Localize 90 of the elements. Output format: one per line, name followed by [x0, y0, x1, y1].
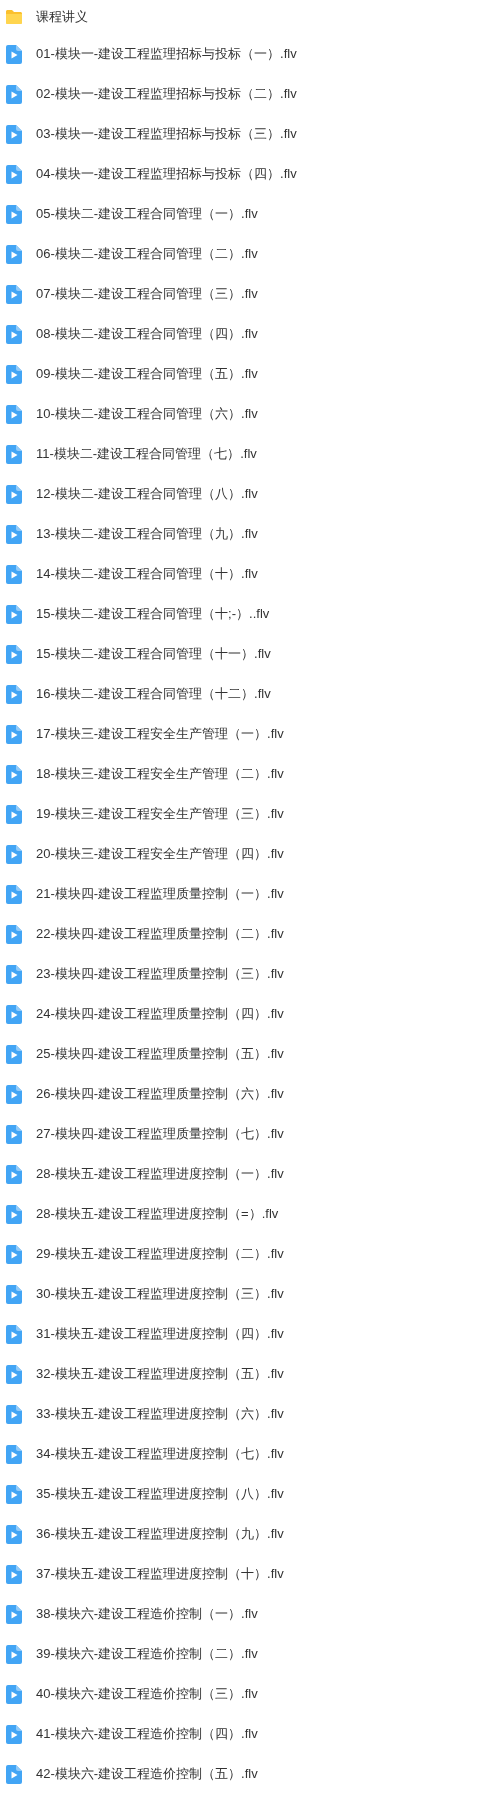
- file-name[interactable]: 18-模块三-建设工程安全生产管理（二）.flv: [36, 764, 284, 784]
- file-name[interactable]: 15-模块二-建设工程合同管理（十一）.flv: [36, 644, 271, 664]
- video-file-icon: [6, 444, 22, 464]
- file-name[interactable]: 12-模块二-建设工程合同管理（八）.flv: [36, 484, 258, 504]
- file-name[interactable]: 11-模块二-建设工程合同管理（七）.flv: [36, 444, 257, 464]
- video-file-icon: [6, 204, 22, 224]
- file-name[interactable]: 13-模块二-建设工程合同管理（九）.flv: [36, 524, 258, 544]
- video-file-icon: [6, 1324, 22, 1344]
- video-file-icon: [6, 1084, 22, 1104]
- video-file-icon: [6, 524, 22, 544]
- video-file-icon: [6, 564, 22, 584]
- file-name[interactable]: 41-模块六-建设工程造价控制（四）.flv: [36, 1724, 258, 1744]
- video-file-icon: [6, 1364, 22, 1384]
- video-file-icon: [6, 1004, 22, 1024]
- file-name[interactable]: 16-模块二-建设工程合同管理（十二）.flv: [36, 684, 271, 704]
- folder-name[interactable]: 课程讲义: [36, 7, 88, 27]
- file-name[interactable]: 39-模块六-建设工程造价控制（二）.flv: [36, 1644, 258, 1664]
- file-name[interactable]: 24-模块四-建设工程监理质量控制（四）.flv: [36, 1004, 284, 1024]
- video-file-icon: [6, 1524, 22, 1544]
- file-name[interactable]: 31-模块五-建设工程监理进度控制（四）.flv: [36, 1324, 284, 1344]
- video-file-icon: [6, 1404, 22, 1424]
- file-name[interactable]: 20-模块三-建设工程安全生产管理（四）.flv: [36, 844, 284, 864]
- video-file-icon: [6, 244, 22, 264]
- file-name[interactable]: 27-模块四-建设工程监理质量控制（七）.flv: [36, 1124, 284, 1144]
- file-name[interactable]: 26-模块四-建设工程监理质量控制（六）.flv: [36, 1084, 284, 1104]
- file-name[interactable]: 36-模块五-建设工程监理进度控制（九）.flv: [36, 1524, 284, 1544]
- video-file-icon: [6, 1164, 22, 1184]
- video-file-icon: [6, 1244, 22, 1264]
- video-file-icon: [6, 324, 22, 344]
- video-file-icon: [6, 1724, 22, 1744]
- video-file-icon: [6, 764, 22, 784]
- file-name[interactable]: 40-模块六-建设工程造价控制（三）.flv: [36, 1684, 258, 1704]
- folder-icon: [5, 9, 23, 25]
- video-file-icon: [6, 1484, 22, 1504]
- video-file-icon: [6, 84, 22, 104]
- file-name[interactable]: 37-模块五-建设工程监理进度控制（十）.flv: [36, 1564, 284, 1584]
- file-name[interactable]: 42-模块六-建设工程造价控制（五）.flv: [36, 1764, 258, 1784]
- file-name[interactable]: 19-模块三-建设工程安全生产管理（三）.flv: [36, 804, 284, 824]
- video-file-icon: [6, 404, 22, 424]
- file-name[interactable]: 28-模块五-建设工程监理进度控制（一）.flv: [36, 1164, 284, 1184]
- video-file-icon: [6, 1444, 22, 1464]
- file-name[interactable]: 09-模块二-建设工程合同管理（五）.flv: [36, 364, 258, 384]
- file-name[interactable]: 02-模块一-建设工程监理招标与投标（二）.flv: [36, 84, 297, 104]
- file-name[interactable]: 03-模块一-建设工程监理招标与投标（三）.flv: [36, 124, 297, 144]
- file-name[interactable]: 10-模块二-建设工程合同管理（六）.flv: [36, 404, 258, 424]
- file-name[interactable]: 06-模块二-建设工程合同管理（二）.flv: [36, 244, 258, 264]
- video-file-icon: [6, 284, 22, 304]
- video-file-icon: [6, 884, 22, 904]
- video-file-icon: [6, 44, 22, 64]
- video-file-icon: [6, 1044, 22, 1064]
- video-file-icon: [6, 1644, 22, 1664]
- file-name[interactable]: 28-模块五-建设工程监理进度控制（=）.flv: [36, 1204, 279, 1224]
- file-name[interactable]: 21-模块四-建设工程监理质量控制（一）.flv: [36, 884, 284, 904]
- file-name[interactable]: 17-模块三-建设工程安全生产管理（一）.flv: [36, 724, 284, 744]
- file-name[interactable]: 32-模块五-建设工程监理进度控制（五）.flv: [36, 1364, 284, 1384]
- video-file-icon: [6, 364, 22, 384]
- video-file-icon: [6, 1204, 22, 1224]
- file-name[interactable]: 25-模块四-建设工程监理质量控制（五）.flv: [36, 1044, 284, 1064]
- video-file-icon: [6, 1604, 22, 1624]
- file-name[interactable]: 34-模块五-建设工程监理进度控制（七）.flv: [36, 1444, 284, 1464]
- video-file-icon: [6, 164, 22, 184]
- video-file-icon: [6, 644, 22, 664]
- video-file-icon: [6, 804, 22, 824]
- video-file-icon: [6, 924, 22, 944]
- file-name[interactable]: 23-模块四-建设工程监理质量控制（三）.flv: [36, 964, 284, 984]
- video-file-icon: [6, 1564, 22, 1584]
- video-file-icon: [6, 604, 22, 624]
- video-file-icon: [6, 1684, 22, 1704]
- video-file-icon: [6, 684, 22, 704]
- file-name[interactable]: 14-模块二-建设工程合同管理（十）.flv: [36, 564, 258, 584]
- video-file-icon: [6, 1764, 22, 1784]
- file-name[interactable]: 22-模块四-建设工程监理质量控制（二）.flv: [36, 924, 284, 944]
- video-file-icon: [6, 724, 22, 744]
- video-file-icon: [6, 484, 22, 504]
- file-name[interactable]: 05-模块二-建设工程合同管理（一）.flv: [36, 204, 258, 224]
- file-name[interactable]: 38-模块六-建设工程造价控制（一）.flv: [36, 1604, 258, 1624]
- file-name[interactable]: 01-模块一-建设工程监理招标与投标（一）.flv: [36, 44, 297, 64]
- file-name[interactable]: 35-模块五-建设工程监理进度控制（八）.flv: [36, 1484, 284, 1504]
- file-name[interactable]: 04-模块一-建设工程监理招标与投标（四）.flv: [36, 164, 297, 184]
- video-file-icon: [6, 844, 22, 864]
- video-file-icon: [6, 124, 22, 144]
- file-name[interactable]: 30-模块五-建设工程监理进度控制（三）.flv: [36, 1284, 284, 1304]
- video-file-icon: [6, 1284, 22, 1304]
- file-name[interactable]: 29-模块五-建设工程监理进度控制（二）.flv: [36, 1244, 284, 1264]
- file-name[interactable]: 07-模块二-建设工程合同管理（三）.flv: [36, 284, 258, 304]
- video-file-icon: [6, 964, 22, 984]
- video-file-icon: [6, 1124, 22, 1144]
- file-name[interactable]: 15-模块二-建设工程合同管理（十;-）..flv: [36, 604, 270, 624]
- file-name[interactable]: 08-模块二-建设工程合同管理（四）.flv: [36, 324, 258, 344]
- file-name[interactable]: 33-模块五-建设工程监理进度控制（六）.flv: [36, 1404, 284, 1424]
